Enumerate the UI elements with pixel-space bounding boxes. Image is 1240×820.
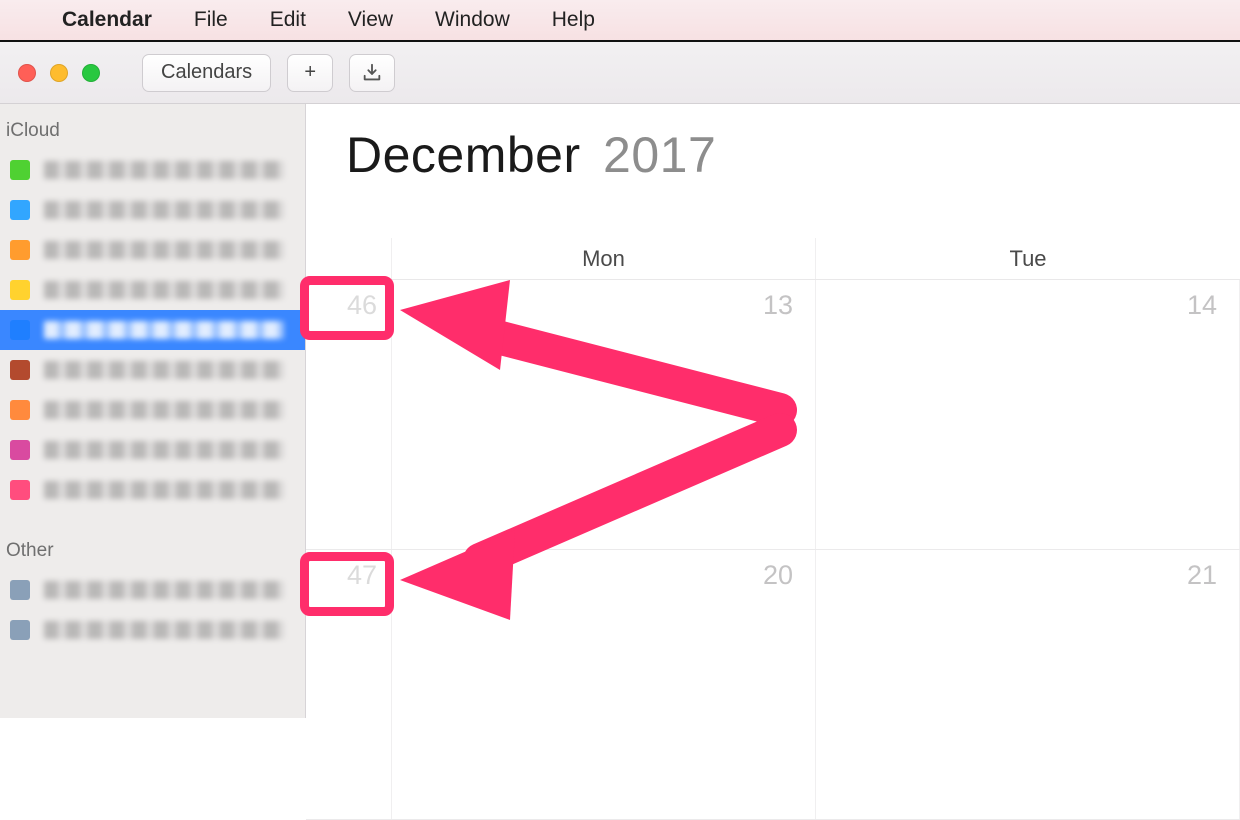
- calendar-list-item[interactable]: [0, 430, 305, 470]
- sidebar-section-icloud: iCloud: [0, 114, 305, 510]
- day-header-mon: Mon: [392, 238, 816, 279]
- window-minimize-button[interactable]: [50, 64, 68, 82]
- annotation-highlight-box: [300, 276, 394, 340]
- traffic-lights: [18, 64, 114, 82]
- calendar-color-swatch: [10, 480, 30, 500]
- macos-menubar: Calendar File Edit View Window Help: [0, 0, 1240, 42]
- window-toolbar: Calendars +: [0, 42, 1240, 104]
- calendar-content: December 2017 Mon Tue 46 13 14: [306, 104, 1240, 718]
- month-year-title: December 2017: [306, 104, 1240, 184]
- calendar-name-redacted: [44, 241, 284, 259]
- year-label: 2017: [603, 127, 716, 183]
- calendar-color-swatch: [10, 400, 30, 420]
- calendar-list-item[interactable]: [0, 610, 305, 650]
- calendar-name-redacted: [44, 401, 284, 419]
- month-label: December: [346, 127, 581, 183]
- day-number: 13: [763, 290, 793, 321]
- calendar-color-swatch: [10, 280, 30, 300]
- week-row: 46 13 14: [306, 280, 1240, 550]
- calendar-list-item[interactable]: [0, 390, 305, 430]
- calendar-color-swatch: [10, 440, 30, 460]
- week-number-header: [306, 238, 392, 279]
- calendar-list-item[interactable]: [0, 350, 305, 390]
- calendar-list-item[interactable]: [0, 150, 305, 190]
- calendars-toggle-button[interactable]: Calendars: [142, 54, 271, 92]
- calendar-sidebar: iCloud Other: [0, 104, 306, 718]
- sidebar-section-header: Other: [0, 534, 305, 570]
- day-header-tue: Tue: [816, 238, 1240, 279]
- calendar-grid: Mon Tue 46 13 14 47 20: [306, 238, 1240, 718]
- menubar-item-window[interactable]: Window: [435, 8, 510, 32]
- sidebar-section-header: iCloud: [0, 114, 305, 150]
- calendar-list-item[interactable]: [0, 470, 305, 510]
- window-zoom-button[interactable]: [82, 64, 100, 82]
- day-number: 20: [763, 560, 793, 591]
- menubar-item-help[interactable]: Help: [552, 8, 595, 32]
- calendar-color-swatch: [10, 320, 30, 340]
- calendars-toggle-label: Calendars: [161, 61, 252, 84]
- calendar-color-swatch: [10, 160, 30, 180]
- window-close-button[interactable]: [18, 64, 36, 82]
- calendar-color-swatch: [10, 580, 30, 600]
- calendar-name-redacted: [44, 161, 284, 179]
- inbox-tray-icon: [361, 62, 383, 84]
- annotation-highlight-box: [300, 552, 394, 616]
- menubar-item-view[interactable]: View: [348, 8, 393, 32]
- calendar-list-item[interactable]: [0, 270, 305, 310]
- plus-icon: +: [304, 61, 316, 84]
- calendar-name-redacted: [44, 581, 284, 599]
- day-header-row: Mon Tue: [306, 238, 1240, 280]
- day-cell[interactable]: 13: [392, 280, 816, 549]
- calendar-name-redacted: [44, 361, 284, 379]
- menubar-app-name[interactable]: Calendar: [62, 8, 152, 32]
- calendar-list-item[interactable]: [0, 570, 305, 610]
- day-cell[interactable]: 21: [816, 550, 1240, 819]
- week-row: 47 20 21: [306, 550, 1240, 820]
- calendar-list-item[interactable]: [0, 190, 305, 230]
- calendar-list-item[interactable]: [0, 230, 305, 270]
- day-cell[interactable]: 14: [816, 280, 1240, 549]
- day-number: 14: [1187, 290, 1217, 321]
- day-number: 21: [1187, 560, 1217, 591]
- menubar-item-edit[interactable]: Edit: [270, 8, 306, 32]
- calendar-list-item-selected[interactable]: [0, 310, 305, 350]
- calendar-color-swatch: [10, 360, 30, 380]
- calendar-name-redacted: [44, 321, 284, 339]
- menubar-item-file[interactable]: File: [194, 8, 228, 32]
- calendar-name-redacted: [44, 481, 284, 499]
- calendar-color-swatch: [10, 620, 30, 640]
- sidebar-section-other: Other: [0, 534, 305, 650]
- calendar-name-redacted: [44, 441, 284, 459]
- add-event-button[interactable]: +: [287, 54, 333, 92]
- day-cell[interactable]: 20: [392, 550, 816, 819]
- calendar-color-swatch: [10, 240, 30, 260]
- calendar-name-redacted: [44, 201, 284, 219]
- calendar-name-redacted: [44, 281, 284, 299]
- calendar-color-swatch: [10, 200, 30, 220]
- calendar-name-redacted: [44, 621, 284, 639]
- inbox-button[interactable]: [349, 54, 395, 92]
